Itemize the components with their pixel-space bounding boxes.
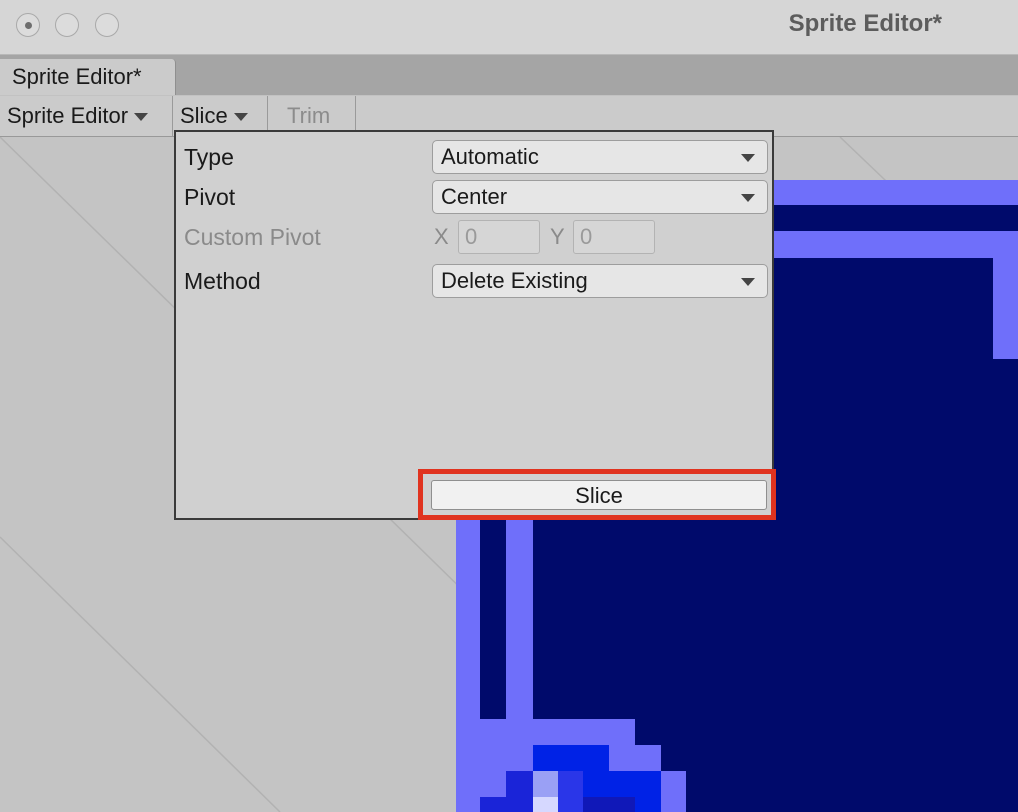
chevron-down-icon: [233, 113, 248, 122]
pivot-dropdown[interactable]: Center: [432, 180, 768, 214]
zoom-window-button[interactable]: [95, 13, 119, 37]
pivot-x-field[interactable]: 0: [458, 220, 540, 254]
window-titlebar: Sprite Editor*: [0, 0, 1018, 55]
mode-dropdown[interactable]: Sprite Editor: [0, 96, 173, 136]
tab-sprite-editor[interactable]: Sprite Editor*: [0, 59, 176, 95]
minimize-window-button[interactable]: [55, 13, 79, 37]
mode-dropdown-label: Sprite Editor: [7, 103, 129, 128]
custom-pivot-label: Custom Pivot: [184, 224, 321, 250]
chevron-down-icon: [741, 278, 755, 286]
close-dot-icon: [25, 22, 32, 29]
pivot-dropdown-value: Center: [441, 184, 508, 209]
pivot-label: Pivot: [184, 184, 236, 210]
method-label: Method: [184, 268, 261, 294]
slice-button-highlight: Slice: [418, 469, 776, 520]
chevron-down-icon: [134, 113, 149, 122]
pivot-x-label: X: [434, 224, 449, 249]
close-window-button[interactable]: [16, 13, 40, 37]
slice-popup: Type Automatic Pivot Center Custom Pivot…: [174, 130, 776, 520]
slice-menu-label: Slice: [180, 103, 228, 128]
window-title: Sprite Editor*: [788, 10, 942, 37]
slice-button[interactable]: Slice: [431, 480, 767, 510]
chevron-down-icon: [741, 154, 755, 162]
tab-strip: Sprite Editor*: [0, 55, 1018, 95]
chevron-down-icon: [741, 194, 755, 202]
pivot-y-field[interactable]: 0: [573, 220, 655, 254]
type-label: Type: [184, 144, 234, 170]
method-dropdown-value: Delete Existing: [441, 268, 588, 293]
type-dropdown-value: Automatic: [441, 144, 539, 169]
pivot-y-label: Y: [550, 224, 565, 249]
type-dropdown[interactable]: Automatic: [432, 140, 768, 174]
method-dropdown[interactable]: Delete Existing: [432, 264, 768, 298]
